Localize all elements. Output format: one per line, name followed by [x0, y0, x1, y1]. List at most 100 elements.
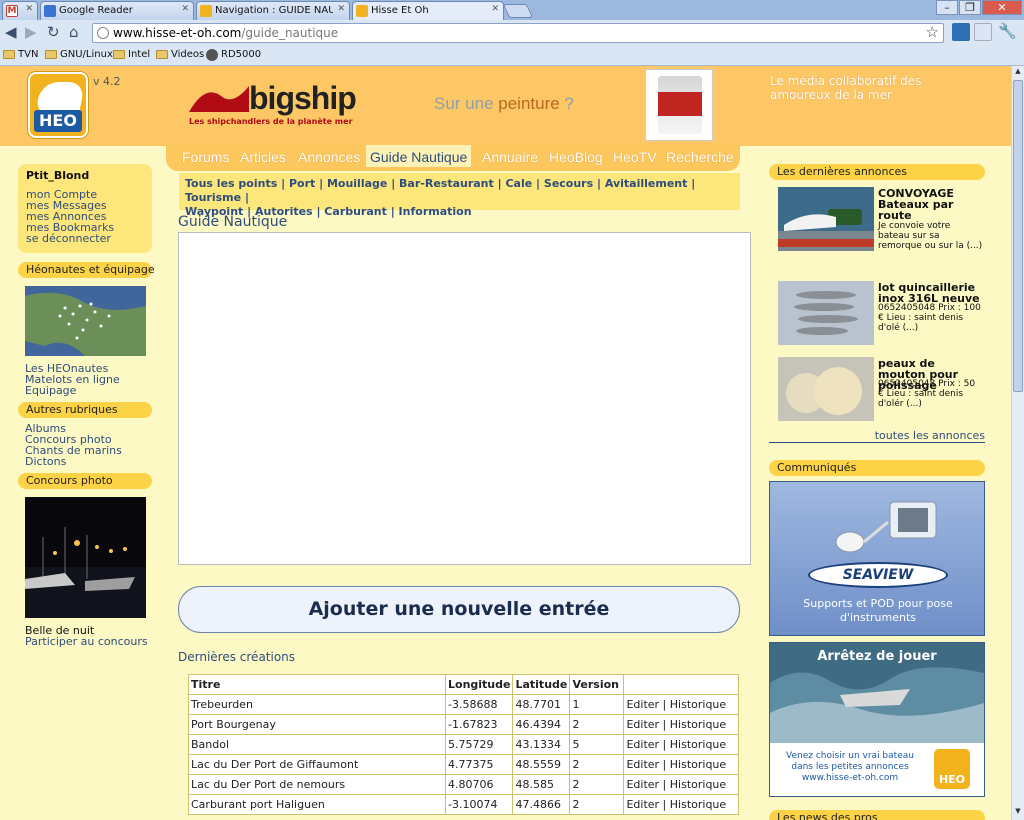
nav-articles[interactable]: Articles [240, 149, 286, 165]
nav-heotv[interactable]: HeoTV [613, 149, 657, 165]
nav-guide-nautique[interactable]: Guide Nautique [366, 145, 472, 167]
col-longitude: Longitude [444, 674, 514, 695]
edit-link[interactable]: Editer [626, 738, 659, 751]
annonce-desc: 0652405048 Prix : 50 € Lieu : saint deni… [878, 379, 976, 409]
cell-version: 2 [569, 774, 625, 795]
bookmark-star-icon[interactable]: ☆ [926, 23, 939, 41]
seaview-ad[interactable]: SEAVIEW Supports et POD pour pose d'inst… [769, 481, 985, 636]
close-icon[interactable]: ✕ [337, 4, 345, 14]
cell-latitude: 48.5559 [512, 754, 571, 775]
nav-forums[interactable]: Forums [182, 149, 229, 165]
cell-longitude: -3.10074 [444, 794, 514, 815]
edit-link[interactable]: Editer [626, 698, 659, 711]
bookmark-folder-tvn[interactable]: TVN [3, 49, 38, 60]
annonce-item[interactable]: lot quincaillerie inox 316L neuve 065240… [778, 281, 983, 345]
heonautes-map[interactable] [25, 286, 146, 356]
subnav-port[interactable]: Port [289, 177, 315, 190]
subnav-information[interactable]: Information [399, 205, 472, 218]
window-close-icon[interactable]: ✕ [982, 0, 1022, 15]
new-tab-button[interactable] [502, 4, 534, 18]
back-icon[interactable]: ◀ [5, 24, 17, 40]
tab-google-reader[interactable]: Google Reader ✕ [40, 1, 194, 20]
url-path: /guide_nautique [241, 26, 339, 40]
table-header-row: Titre Longitude Latitude Version [188, 674, 739, 695]
close-icon[interactable]: ✕ [25, 4, 33, 14]
all-annonces-row: toutes les annonces [769, 429, 985, 443]
annonce-item[interactable]: peaux de mouton pour polissage 065240504… [778, 357, 983, 421]
concours-photo-image[interactable] [25, 497, 146, 618]
edit-link[interactable]: Editer [626, 778, 659, 791]
edit-link[interactable]: Editer [626, 798, 659, 811]
link-toutes-annonces[interactable]: toutes les annonces [875, 429, 985, 442]
nav-heoblog[interactable]: HeoBlog [549, 149, 603, 165]
history-link[interactable]: Historique [670, 758, 726, 771]
subnav-bar-restaurant[interactable]: Bar-Restaurant [399, 177, 494, 190]
cell-latitude: 47.4866 [512, 794, 571, 815]
link-equipage[interactable]: Equipage [25, 385, 120, 396]
window-controls: – ❐ ✕ [935, 0, 1022, 16]
close-icon[interactable]: ✕ [491, 4, 499, 14]
page-content: HEO v 4.2 bigship Les shipchandlers de l… [0, 66, 1011, 820]
home-icon[interactable]: ⌂ [69, 24, 79, 40]
paint-can-image[interactable] [645, 69, 713, 141]
history-link[interactable]: Historique [670, 798, 726, 811]
bookmark-rd5000[interactable]: RD5000 [206, 49, 261, 61]
address-bar[interactable]: www.hisse-et-oh.com/guide_nautique ☆ [92, 23, 944, 43]
maximize-icon[interactable]: ❐ [959, 0, 981, 15]
tab-guide-nautique[interactable]: Navigation : GUIDE NAUTIQUE ✕ [196, 1, 350, 20]
heo-ad[interactable]: Arrêtez de jouer Venez choisir un vrai b… [769, 642, 985, 797]
guide-map[interactable] [178, 232, 751, 565]
folder-icon [113, 50, 125, 59]
annonce-item[interactable]: CONVOYAGE Bateaux par route Je convoie v… [778, 187, 983, 257]
history-link[interactable]: Historique [670, 738, 726, 751]
sponsor-tagline: Les shipchandlers de la planète mer [189, 117, 353, 126]
scroll-down-icon[interactable]: ▼ [1013, 807, 1023, 819]
bookmark-folder-intel[interactable]: Intel [113, 49, 150, 60]
history-link[interactable]: Historique [670, 778, 726, 791]
subnav-avitaillement[interactable]: Avitaillement [605, 177, 688, 190]
subnav-tous-les-points[interactable]: Tous les points [185, 177, 277, 190]
annonce-thumb-quincaillerie [778, 281, 874, 345]
bookmarks-bar: TVN GNU/Linux Intel Videos RD5000 [0, 46, 1024, 66]
extension-icon[interactable] [952, 23, 970, 41]
link-dictons[interactable]: Dictons [25, 456, 122, 467]
scrollbar-thumb[interactable] [1013, 80, 1023, 392]
user-box: Ptit_Blond mon Compte mes Messages mes A… [18, 164, 152, 253]
link-participer-concours[interactable]: Participer au concours [25, 636, 148, 647]
nav-recherche[interactable]: Recherche [666, 149, 734, 165]
subnav-cale[interactable]: Cale [505, 177, 532, 190]
add-entry-button[interactable]: Ajouter une nouvelle entrée [178, 586, 740, 633]
forward-icon[interactable]: ▶ [25, 24, 37, 40]
subnav-tourisme[interactable]: Tourisme [185, 191, 241, 204]
bookmark-label: GNU/Linux [60, 49, 113, 60]
bookmark-folder-gnulinux[interactable]: GNU/Linux [45, 49, 113, 60]
heo-logo[interactable]: HEO [28, 72, 88, 138]
scroll-up-icon[interactable]: ▲ [1013, 67, 1023, 79]
page-menu-icon[interactable] [974, 23, 992, 41]
subnav-secours[interactable]: Secours [544, 177, 593, 190]
history-link[interactable]: Historique [670, 698, 726, 711]
subnav-mouillage[interactable]: Mouillage [327, 177, 387, 190]
edit-link[interactable]: Editer [626, 718, 659, 731]
cell-latitude: 48.7701 [512, 694, 571, 715]
reload-icon[interactable]: ↻ [47, 24, 60, 40]
close-icon[interactable]: ✕ [181, 4, 189, 14]
tab-gmail[interactable]: M ✕ [2, 1, 38, 20]
page-scrollbar[interactable]: ▲ ▼ [1011, 66, 1024, 820]
edit-link[interactable]: Editer [626, 758, 659, 771]
cell-version: 2 [569, 754, 625, 775]
link-deconnecter[interactable]: se déconnecter [26, 233, 114, 244]
bookmark-folder-videos[interactable]: Videos [156, 49, 204, 60]
cell-actions: Editer | Historique [623, 694, 739, 715]
subnav-carburant[interactable]: Carburant [324, 205, 387, 218]
heonautes-section-title: Héonautes et équipage [18, 262, 155, 278]
promo-text[interactable]: Sur une peinture ? [434, 94, 574, 114]
folder-icon [3, 50, 15, 59]
nav-annuaire[interactable]: Annuaire [482, 149, 538, 165]
nav-annonces[interactable]: Annonces [298, 149, 360, 165]
wrench-icon[interactable]: 🔧 [998, 23, 1017, 41]
tab-hisse-et-oh[interactable]: Hisse Et Oh ✕ [352, 1, 504, 20]
bigship-banner[interactable]: bigship Les shipchandlers de la planète … [187, 80, 377, 130]
history-link[interactable]: Historique [670, 718, 726, 731]
minimize-icon[interactable]: – [936, 0, 958, 15]
